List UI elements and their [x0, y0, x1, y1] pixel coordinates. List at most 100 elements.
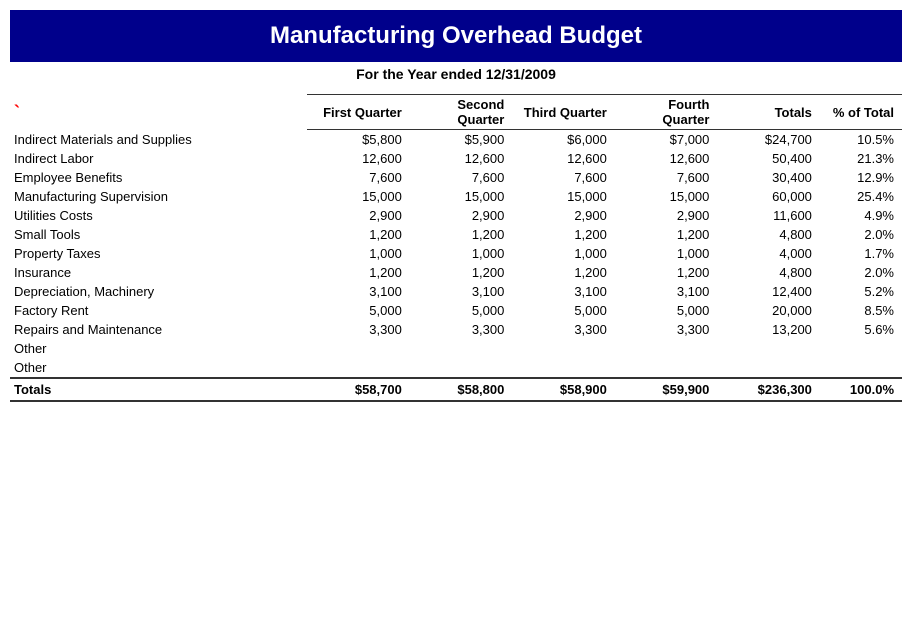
totals-label: Totals: [10, 378, 307, 401]
row-12-q2: [410, 358, 513, 378]
row-10-totals: 13,200: [717, 320, 820, 339]
row-1-pct: 21.3%: [820, 149, 902, 168]
row-8-q2: 3,100: [410, 282, 513, 301]
table-row: Other: [10, 339, 902, 358]
row-4-q1: 2,900: [307, 206, 410, 225]
row-5-q1: 1,200: [307, 225, 410, 244]
row-11-label: Other: [10, 339, 307, 358]
row-11-pct: [820, 339, 902, 358]
totals-q4: $59,900: [615, 378, 718, 401]
row-3-q1: 15,000: [307, 187, 410, 206]
row-11-q4: [615, 339, 718, 358]
row-4-q4: 2,900: [615, 206, 718, 225]
row-5-q4: 1,200: [615, 225, 718, 244]
row-12-q4: [615, 358, 718, 378]
row-10-q1: 3,300: [307, 320, 410, 339]
totals-q1: $58,700: [307, 378, 410, 401]
row-10-q3: 3,300: [512, 320, 615, 339]
row-9-q1: 5,000: [307, 301, 410, 320]
row-9-totals: 20,000: [717, 301, 820, 320]
totals-total: $236,300: [717, 378, 820, 401]
table-row: Utilities Costs2,9002,9002,9002,90011,60…: [10, 206, 902, 225]
row-2-label: Employee Benefits: [10, 168, 307, 187]
row-11-totals: [717, 339, 820, 358]
row-12-pct: [820, 358, 902, 378]
row-5-pct: 2.0%: [820, 225, 902, 244]
title-bar: Manufacturing Overhead Budget: [10, 10, 902, 62]
table-row: Property Taxes1,0001,0001,0001,0004,0001…: [10, 244, 902, 263]
row-0-q3: $6,000: [512, 130, 615, 150]
totals-row: Totals $58,700 $58,800 $58,900 $59,900 $…: [10, 378, 902, 401]
row-1-q2: 12,600: [410, 149, 513, 168]
row-3-q3: 15,000: [512, 187, 615, 206]
row-3-q2: 15,000: [410, 187, 513, 206]
table-row: Insurance1,2001,2001,2001,2004,8002.0%: [10, 263, 902, 282]
row-7-q4: 1,200: [615, 263, 718, 282]
row-7-label: Insurance: [10, 263, 307, 282]
row-0-label: Indirect Materials and Supplies: [10, 130, 307, 150]
row-0-totals: $24,700: [717, 130, 820, 150]
row-12-q3: [512, 358, 615, 378]
row-6-q1: 1,000: [307, 244, 410, 263]
row-9-pct: 8.5%: [820, 301, 902, 320]
row-3-label: Manufacturing Supervision: [10, 187, 307, 206]
table-row: Depreciation, Machinery3,1003,1003,1003,…: [10, 282, 902, 301]
row-11-q3: [512, 339, 615, 358]
row-7-q3: 1,200: [512, 263, 615, 282]
row-0-q1: $5,800: [307, 130, 410, 150]
row-9-q3: 5,000: [512, 301, 615, 320]
row-6-q4: 1,000: [615, 244, 718, 263]
row-0-pct: 10.5%: [820, 130, 902, 150]
row-4-q2: 2,900: [410, 206, 513, 225]
row-0-q2: $5,900: [410, 130, 513, 150]
row-6-totals: 4,000: [717, 244, 820, 263]
row-8-totals: 12,400: [717, 282, 820, 301]
row-7-totals: 4,800: [717, 263, 820, 282]
table-row: Manufacturing Supervision15,00015,00015,…: [10, 187, 902, 206]
row-7-q1: 1,200: [307, 263, 410, 282]
row-9-q4: 5,000: [615, 301, 718, 320]
row-1-totals: 50,400: [717, 149, 820, 168]
row-9-q2: 5,000: [410, 301, 513, 320]
col-header-q3: Third Quarter: [512, 95, 615, 130]
row-7-pct: 2.0%: [820, 263, 902, 282]
col-header-q4: Fourth Quarter: [615, 95, 718, 130]
row-6-q3: 1,000: [512, 244, 615, 263]
row-8-label: Depreciation, Machinery: [10, 282, 307, 301]
row-6-q2: 1,000: [410, 244, 513, 263]
row-11-q1: [307, 339, 410, 358]
row-12-totals: [717, 358, 820, 378]
row-5-label: Small Tools: [10, 225, 307, 244]
row-6-pct: 1.7%: [820, 244, 902, 263]
row-7-q2: 1,200: [410, 263, 513, 282]
row-8-q1: 3,100: [307, 282, 410, 301]
row-4-totals: 11,600: [717, 206, 820, 225]
row-8-pct: 5.2%: [820, 282, 902, 301]
row-5-totals: 4,800: [717, 225, 820, 244]
row-2-totals: 30,400: [717, 168, 820, 187]
row-2-q3: 7,600: [512, 168, 615, 187]
row-1-label: Indirect Labor: [10, 149, 307, 168]
totals-pct: 100.0%: [820, 378, 902, 401]
subtitle: For the Year ended 12/31/2009: [10, 66, 902, 82]
row-3-pct: 25.4%: [820, 187, 902, 206]
row-10-label: Repairs and Maintenance: [10, 320, 307, 339]
row-2-q1: 7,600: [307, 168, 410, 187]
table-row: Indirect Labor12,60012,60012,60012,60050…: [10, 149, 902, 168]
col-header-label: `: [10, 95, 307, 130]
row-9-label: Factory Rent: [10, 301, 307, 320]
table-row: Indirect Materials and Supplies$5,800$5,…: [10, 130, 902, 150]
row-3-totals: 60,000: [717, 187, 820, 206]
row-2-q4: 7,600: [615, 168, 718, 187]
row-12-label: Other: [10, 358, 307, 378]
row-2-pct: 12.9%: [820, 168, 902, 187]
row-5-q2: 1,200: [410, 225, 513, 244]
table-row: Repairs and Maintenance3,3003,3003,3003,…: [10, 320, 902, 339]
row-4-q3: 2,900: [512, 206, 615, 225]
row-10-q4: 3,300: [615, 320, 718, 339]
col-header-totals: Totals: [717, 95, 820, 130]
table-row: Small Tools1,2001,2001,2001,2004,8002.0%: [10, 225, 902, 244]
row-5-q3: 1,200: [512, 225, 615, 244]
row-12-q1: [307, 358, 410, 378]
row-11-q2: [410, 339, 513, 358]
